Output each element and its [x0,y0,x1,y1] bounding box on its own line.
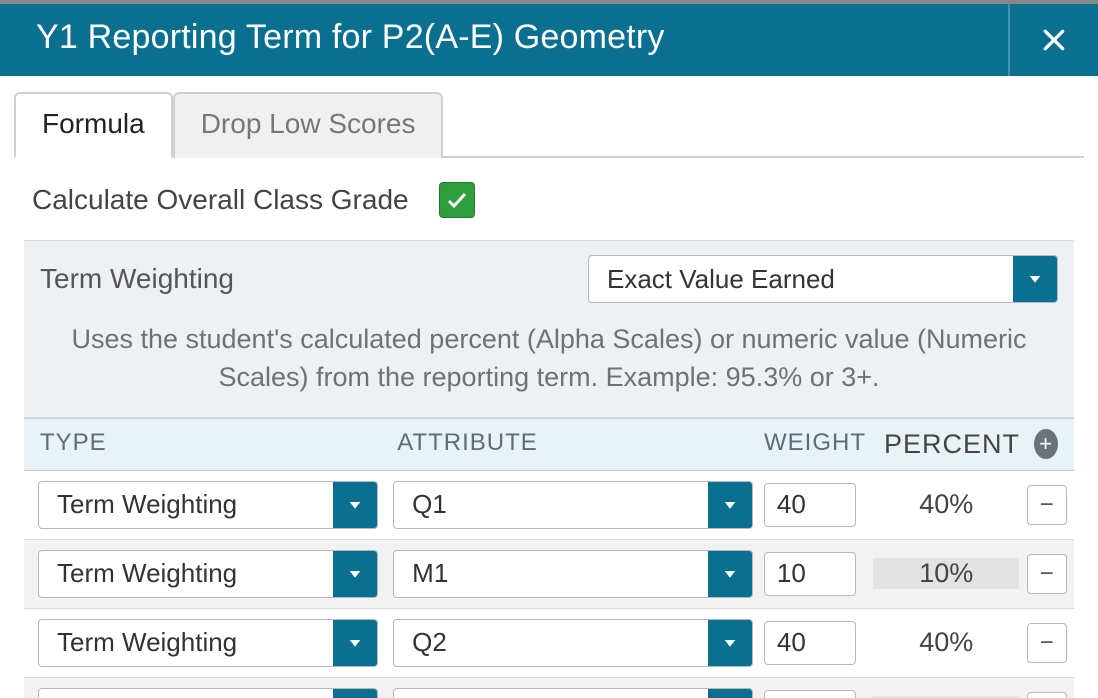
attribute-select-value: Q2 [394,627,708,658]
chevron-down-icon [333,689,377,698]
cell-percent: 40% [873,489,1019,520]
attribute-select[interactable]: Q2 [393,619,753,667]
term-weighting-panel: Term Weighting Exact Value Earned Uses t… [24,240,1074,418]
term-weighting-description: Uses the student's calculated percent (A… [40,321,1058,397]
remove-row-button[interactable]: − [1027,692,1067,698]
type-select[interactable]: Term Weighting [38,481,378,529]
cell-type: Term Weighting [24,619,385,667]
col-header-weight: WEIGHT [748,419,868,470]
attribute-select[interactable]: F1 [393,688,753,698]
type-select-value: Term Weighting [39,489,333,520]
weight-grid: TYPE ATTRIBUTE WEIGHT PERCENT + Term Wei… [24,418,1074,698]
chevron-down-icon [333,551,377,597]
weight-input[interactable] [764,483,856,527]
weight-input[interactable] [764,690,856,698]
chevron-down-icon [333,620,377,666]
cell-weight [756,483,873,527]
cell-action: − [1019,554,1074,594]
grid-header: TYPE ATTRIBUTE WEIGHT PERCENT + [24,419,1074,471]
cell-attribute: Q2 [385,619,756,667]
cell-type: Term Weighting [24,481,385,529]
formula-section: Calculate Overall Class Grade Term Weigh… [14,158,1084,698]
table-row: Term Weighting M1 10%− [24,540,1074,609]
attribute-select-value: Q1 [394,489,708,520]
chevron-down-icon [708,482,752,528]
cell-attribute: Q1 [385,481,756,529]
calc-overall-row: Calculate Overall Class Grade [24,182,1074,240]
add-row-button[interactable]: + [1034,429,1058,459]
type-select-value: Term Weighting [39,558,333,589]
calc-overall-checkbox[interactable] [439,182,475,218]
attribute-select-value: M1 [394,558,708,589]
plus-icon: + [1039,433,1053,455]
grid-body: Term WeightingQ140%−Term WeightingM110%−… [24,471,1074,698]
cell-percent: 40% [873,627,1019,658]
minus-icon: − [1040,560,1054,588]
chevron-down-icon [708,551,752,597]
type-select[interactable]: Term Weighting [38,688,378,698]
calc-overall-label: Calculate Overall Class Grade [32,184,409,216]
term-weighting-label: Term Weighting [40,263,234,295]
cell-type: Term Weighting [24,688,385,698]
cell-attribute: M1 [385,550,756,598]
dialog-header: Y1 Reporting Term for P2(A-E) Geometry [0,4,1098,76]
dialog-reporting-term: Y1 Reporting Term for P2(A-E) Geometry F… [0,0,1098,698]
cell-type: Term Weighting [24,550,385,598]
tab-drop-low-scores[interactable]: Drop Low Scores [173,92,444,158]
remove-row-button[interactable]: − [1027,554,1067,594]
cell-weight [756,621,873,665]
weight-input[interactable] [764,621,856,665]
attribute-select[interactable]: Q1 [393,481,753,529]
term-weighting-row: Term Weighting Exact Value Earned [40,255,1058,303]
close-button[interactable] [1008,4,1098,76]
table-row: Term Weighting Q2 40%− [24,609,1074,678]
chevron-down-icon [708,620,752,666]
minus-icon: − [1040,491,1054,519]
tab-formula[interactable]: Formula [14,92,173,158]
chevron-down-icon [333,482,377,528]
attribute-select[interactable]: M1 [393,550,753,598]
cell-weight [756,552,873,596]
tab-bar: Formula Drop Low Scores [14,90,1084,158]
cell-action: − [1019,623,1074,663]
col-header-attribute: ATTRIBUTE [381,419,748,470]
check-icon [445,188,469,212]
close-icon [1041,27,1067,53]
dialog-title: Y1 Reporting Term for P2(A-E) Geometry [0,4,1008,76]
cell-action: − [1019,692,1074,698]
type-select-value: Term Weighting [39,627,333,658]
cell-action: − [1019,485,1074,525]
remove-row-button[interactable]: − [1027,485,1067,525]
col-header-action: + [1018,419,1074,470]
col-header-percent: PERCENT [868,419,1018,470]
cell-attribute: F1 [385,688,756,698]
term-weighting-method-value: Exact Value Earned [589,264,1013,295]
type-select[interactable]: Term Weighting [38,619,378,667]
term-weighting-method-select[interactable]: Exact Value Earned [588,255,1058,303]
chevron-down-icon [1013,256,1057,302]
minus-icon: − [1040,629,1054,657]
cell-weight [756,690,873,698]
remove-row-button[interactable]: − [1027,623,1067,663]
weight-input[interactable] [764,552,856,596]
dialog-body: Formula Drop Low Scores Calculate Overal… [0,76,1098,698]
col-header-type: TYPE [24,419,381,470]
chevron-down-icon [708,689,752,698]
type-select[interactable]: Term Weighting [38,550,378,598]
table-row: Term Weighting Q1 40%− [24,471,1074,540]
table-row: Term WeightingF110%− [24,678,1074,698]
cell-percent: 10% [873,558,1019,589]
